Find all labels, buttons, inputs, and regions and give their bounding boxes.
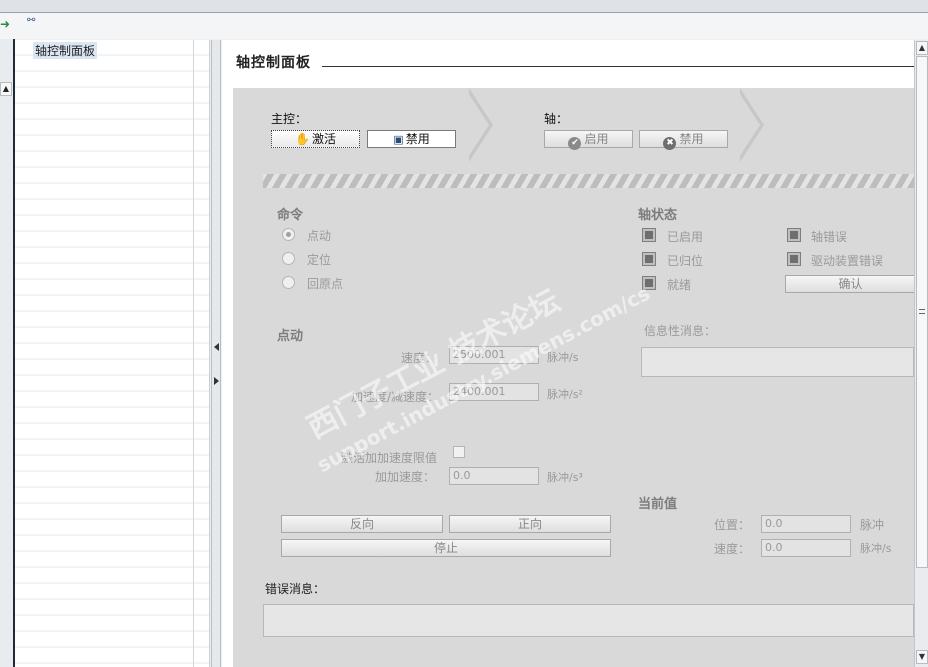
chevron-fill: [736, 88, 760, 162]
axis-disable-button[interactable]: ✖ 禁用: [639, 130, 728, 150]
radio-homing-label: 回原点: [307, 277, 344, 291]
current-speed-field: 0.0: [761, 539, 851, 557]
jerk-enable-label: 激活加加速度限值: [341, 451, 438, 465]
confirm-button[interactable]: 确认: [785, 275, 916, 293]
main-editor-area: 轴控制面板 主控： ✋ 激活 ▣ 禁用 轴： ✔ 启用 ✖ 禁用 命令 点动 定位: [222, 40, 916, 667]
window-left-edge: [0, 0, 15, 667]
radio-jog-label: 点动: [307, 229, 332, 243]
status-drive-error-led: [787, 252, 801, 266]
status-axis-error-led: [787, 228, 801, 242]
status-homed-label: 已归位: [667, 254, 704, 268]
status-homed-led: [642, 252, 656, 266]
page-title: 轴控制面板: [236, 55, 311, 71]
chevron-fill: [465, 88, 489, 162]
hand-icon: ✋: [295, 132, 310, 146]
status-drive-error-label: 驱动装置错误: [811, 254, 884, 268]
hatch-separator: [263, 174, 914, 188]
activate-button[interactable]: ✋ 激活: [271, 130, 360, 148]
current-values-header: 当前值: [638, 497, 678, 512]
expand-right-icon[interactable]: [214, 377, 219, 385]
axis-enable-label: 启用: [584, 132, 609, 146]
jog-speed-label: 速度：: [401, 351, 438, 365]
command-header: 命令: [277, 208, 304, 223]
axis-disable-label: 禁用: [679, 132, 704, 146]
jerk-label: 加加速度：: [375, 470, 436, 484]
master-disable-label: 禁用: [405, 132, 430, 146]
control-panel: 主控： ✋ 激活 ▣ 禁用 轴： ✔ 启用 ✖ 禁用 命令 点动 定位 回原点 轴状态: [233, 88, 916, 667]
scroll-up-button[interactable]: ▲: [916, 41, 928, 55]
watermark-url: support.industry.siemens.com/cs: [313, 280, 654, 478]
jog-speed-unit: 脉冲/s: [547, 351, 579, 364]
secondary-toolbar: ➜ ⚯: [0, 13, 928, 39]
jog-accel-label: 加速度/减速度：: [351, 390, 440, 404]
status-axis-error-label: 轴错误: [811, 230, 848, 244]
check-circle-icon: ✔: [568, 137, 582, 150]
thumb-grip-icon: [919, 309, 925, 314]
status-ready-label: 就绪: [667, 278, 692, 292]
disable-master-icon: ▣: [393, 133, 404, 146]
current-position-unit: 脉冲: [860, 518, 885, 532]
master-disable-button[interactable]: ▣ 禁用: [367, 130, 456, 148]
reverse-button[interactable]: 反向: [281, 515, 443, 533]
jerk-unit: 脉冲/s³: [547, 471, 583, 484]
status-enabled-led: [642, 228, 656, 242]
error-message-box: [263, 604, 914, 637]
x-circle-icon: ✖: [663, 137, 677, 150]
status-ready-led: [642, 276, 656, 290]
radio-jog[interactable]: [282, 228, 295, 241]
info-message-label: 信息性消息：: [644, 324, 717, 338]
current-speed-label: 速度：: [714, 542, 751, 556]
jog-accel-field[interactable]: 2400.001: [449, 383, 539, 401]
tree-scroll-up[interactable]: ▲: [0, 82, 12, 96]
title-divider: [322, 66, 914, 67]
axis-enable-button[interactable]: ✔ 启用: [544, 130, 633, 150]
radio-homing[interactable]: [282, 276, 295, 289]
stop-button[interactable]: 停止: [281, 539, 611, 557]
vertical-scrollbar[interactable]: ▲ ▼: [914, 40, 928, 667]
status-enabled-label: 已启用: [667, 230, 704, 244]
info-message-box: [641, 347, 914, 377]
current-position-field: 0.0: [761, 515, 851, 533]
master-control-label: 主控：: [271, 112, 308, 126]
axis-label: 轴：: [544, 112, 569, 126]
activate-label: 激活: [311, 132, 336, 146]
jerk-enable-checkbox[interactable]: [453, 446, 465, 458]
jerk-field[interactable]: 0.0: [449, 467, 539, 485]
error-message-label: 错误消息：: [265, 582, 326, 596]
top-toolbar: [0, 0, 928, 13]
radio-positioning[interactable]: [282, 252, 295, 265]
jog-speed-field[interactable]: 2500.001: [449, 346, 539, 364]
navigate-icon[interactable]: ➜: [0, 17, 10, 31]
collapse-left-icon[interactable]: [214, 343, 219, 351]
current-speed-unit: 脉冲/s: [860, 542, 892, 555]
axis-status-header: 轴状态: [638, 208, 678, 223]
radio-positioning-label: 定位: [307, 253, 332, 267]
scrollbar-thumb[interactable]: [916, 56, 928, 568]
panel-splitter[interactable]: [211, 40, 221, 667]
forward-button[interactable]: 正向: [449, 515, 611, 533]
jog-header: 点动: [277, 329, 304, 344]
tree-item-axis-control-panel[interactable]: 轴控制面板: [33, 42, 98, 59]
scroll-down-button[interactable]: ▼: [916, 650, 928, 664]
jog-accel-unit: 脉冲/s²: [547, 388, 583, 401]
current-position-label: 位置：: [714, 518, 751, 532]
project-tree-panel: 轴控制面板 ▲: [0, 40, 210, 667]
go-online-icon[interactable]: ⚯: [27, 15, 35, 26]
